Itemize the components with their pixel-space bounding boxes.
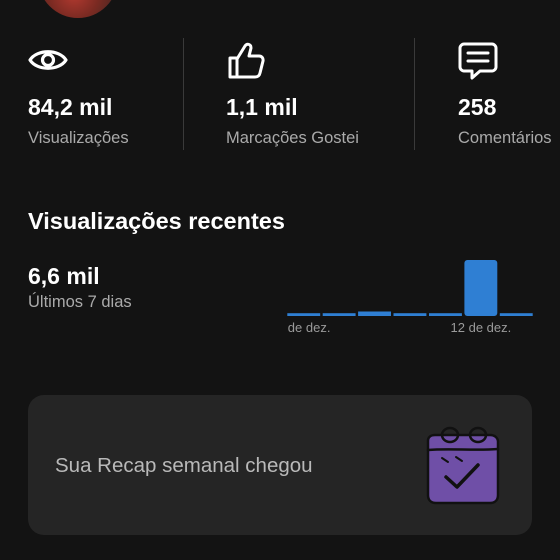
recent-views-chart[interactable]: 6 de dez. 12 de dez. xyxy=(286,250,534,342)
stats-row: 84,2 mil Visualizações 1,1 mil Marcações… xyxy=(0,38,560,150)
comment-icon xyxy=(458,42,498,80)
chart-bar xyxy=(358,311,391,316)
comments-label: Comentários xyxy=(458,129,552,147)
bar-chart: 6 de dez. 12 de dez. xyxy=(286,260,533,335)
chart-tick-label: 12 de dez. xyxy=(451,320,512,335)
views-count: 84,2 mil xyxy=(28,94,113,120)
weekly-recap-card[interactable]: Sua Recap semanal chegou xyxy=(28,395,532,535)
stats-divider xyxy=(414,38,415,150)
likes-count: 1,1 mil xyxy=(226,94,298,120)
stats-divider xyxy=(183,38,184,150)
recent-views-title: Visualizações recentes xyxy=(28,208,285,234)
recap-text: Sua Recap semanal chegou xyxy=(55,454,313,477)
chart-bar xyxy=(464,260,498,316)
chart-tick-label: 6 de dez. xyxy=(286,320,330,335)
likes-label: Marcações Gostei xyxy=(226,129,359,147)
chart-bar xyxy=(287,313,321,316)
channel-avatar[interactable] xyxy=(38,0,118,18)
eye-icon xyxy=(28,50,68,70)
chart-bar xyxy=(322,313,356,316)
chart-bar xyxy=(429,313,462,316)
recent-views-count: 6,6 mil xyxy=(28,263,100,289)
comments-count: 258 xyxy=(458,94,497,120)
chart-bar xyxy=(499,313,533,316)
recent-views-period: Últimos 7 dias xyxy=(28,293,132,311)
chart-bar xyxy=(393,313,427,316)
thumbs-up-icon xyxy=(228,42,265,79)
views-label: Visualizações xyxy=(28,129,129,147)
calendar-check-icon xyxy=(426,426,500,505)
